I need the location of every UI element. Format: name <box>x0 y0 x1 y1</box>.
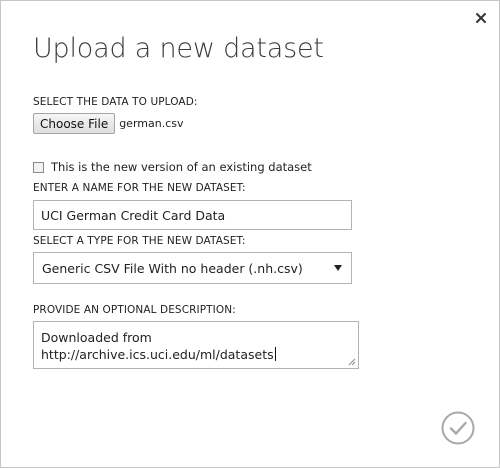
description-label: PROVIDE AN OPTIONAL DESCRIPTION: <box>33 304 236 316</box>
description-line-1: Downloaded from <box>41 330 152 345</box>
ok-button[interactable] <box>441 411 475 445</box>
description-line-2-text: http://archive.ics.uci.edu/ml/datasets <box>41 347 274 362</box>
dataset-name-label: ENTER A NAME FOR THE NEW DATASET: <box>33 182 246 194</box>
description-textarea[interactable]: Downloaded from http://archive.ics.uci.e… <box>33 321 359 369</box>
upload-dataset-dialog: Upload a new dataset SELECT THE DATA TO … <box>0 0 500 468</box>
dataset-type-select[interactable]: Generic CSV File With no header (.nh.csv… <box>33 252 352 284</box>
close-button[interactable] <box>474 11 488 25</box>
close-icon <box>476 13 486 23</box>
dropdown-arrow-icon <box>334 265 342 271</box>
dataset-name-input[interactable]: UCI German Credit Card Data <box>33 200 352 230</box>
description-line-2: http://archive.ics.uci.edu/ml/datasets <box>41 346 351 363</box>
new-version-label[interactable]: This is the new version of an existing d… <box>51 160 312 174</box>
dialog-title: Upload a new dataset <box>33 33 324 64</box>
selected-file-name: german.csv <box>119 117 184 130</box>
dataset-type-label: SELECT A TYPE FOR THE NEW DATASET: <box>33 235 246 247</box>
new-version-checkbox[interactable] <box>33 161 44 173</box>
text-caret <box>274 347 276 361</box>
choose-file-button[interactable]: Choose File <box>33 113 116 134</box>
file-picker: Choose File german.csv <box>33 113 184 134</box>
dataset-type-value: Generic CSV File With no header (.nh.csv… <box>42 260 303 276</box>
upload-label: SELECT THE DATA TO UPLOAD: <box>33 96 198 108</box>
resize-grip-icon[interactable] <box>348 358 356 366</box>
checkmark-circle-icon <box>441 411 475 445</box>
new-version-option: This is the new version of an existing d… <box>33 160 312 174</box>
